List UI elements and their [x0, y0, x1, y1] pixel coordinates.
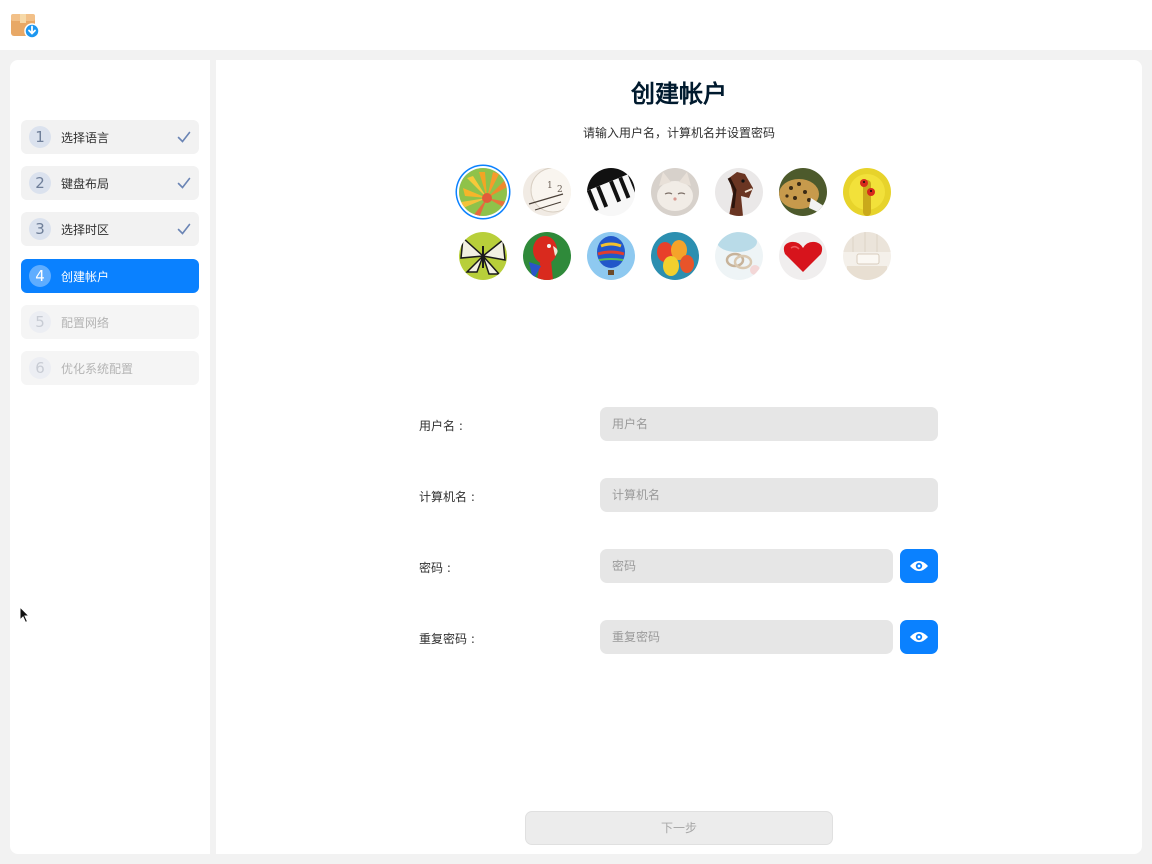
step-number: 5 — [29, 311, 51, 333]
username-label: 用户名 : — [419, 419, 463, 433]
step-label: 选择时区 — [61, 223, 110, 237]
eye-icon — [910, 632, 928, 642]
avatar-leopard[interactable] — [779, 168, 827, 216]
step-number: 2 — [29, 172, 51, 194]
eye-icon — [910, 561, 928, 571]
checkmark-icon — [177, 223, 191, 235]
show-repeat-password-button[interactable] — [900, 620, 938, 654]
step-configure-network: 5 配置网络 — [21, 305, 199, 339]
step-select-language[interactable]: 1 选择语言 — [21, 120, 199, 154]
avatar-heart[interactable] — [779, 232, 827, 280]
hostname-label: 计算机名 : — [419, 490, 475, 504]
avatar-kitten[interactable] — [651, 168, 699, 216]
avatar-rings[interactable] — [715, 232, 763, 280]
step-number: 3 — [29, 218, 51, 240]
next-button[interactable]: 下一步 — [525, 811, 833, 845]
svg-text:1: 1 — [547, 181, 553, 191]
top-bar — [0, 0, 1152, 50]
step-label: 选择语言 — [61, 131, 110, 145]
step-label: 优化系统配置 — [61, 362, 134, 376]
avatar-clock[interactable]: 1 2 — [523, 168, 571, 216]
avatar-horse[interactable] — [715, 168, 763, 216]
checkmark-icon — [177, 177, 191, 189]
username-input[interactable] — [600, 407, 938, 441]
avatar-piano[interactable] — [587, 168, 635, 216]
step-number: 4 — [29, 265, 51, 287]
password-label: 密码 : — [419, 561, 451, 575]
repeat-password-input[interactable] — [600, 620, 893, 654]
checkmark-icon — [177, 131, 191, 143]
step-label: 创建帐户 — [61, 270, 110, 284]
avatar-hot-air-balloon[interactable] — [587, 232, 635, 280]
avatar-room[interactable] — [843, 232, 891, 280]
avatar-ladybug[interactable] — [843, 168, 891, 216]
password-input[interactable] — [600, 549, 893, 583]
svg-text:2: 2 — [557, 185, 563, 195]
page-title: 创建帐户 — [631, 80, 727, 108]
avatar-butterfly[interactable] — [459, 232, 507, 280]
avatar-flower[interactable] — [459, 168, 507, 216]
avatar-parrot[interactable] — [523, 232, 571, 280]
mouse-cursor-icon — [19, 606, 31, 624]
step-label: 配置网络 — [61, 316, 110, 330]
steps-sidebar: 1 选择语言 2 键盘布局 3 选择时区 4 创建帐户 5 配置网络 6 优化系… — [10, 60, 210, 854]
step-keyboard-layout[interactable]: 2 键盘布局 — [21, 166, 199, 200]
step-number: 1 — [29, 126, 51, 148]
avatar-balloons[interactable] — [651, 232, 699, 280]
hostname-input[interactable] — [600, 478, 938, 512]
page-subtitle: 请输入用户名，计算机名并设置密码 — [582, 126, 775, 140]
step-optimize-system: 6 优化系统配置 — [21, 351, 199, 385]
step-number: 6 — [29, 357, 51, 379]
step-create-account[interactable]: 4 创建帐户 — [21, 259, 199, 293]
installer-package-icon — [10, 11, 40, 39]
main-panel: 创建帐户 请输入用户名，计算机名并设置密码 1 2 用户名: 用户名 计算机名… — [216, 60, 1142, 854]
step-label: 键盘布局 — [61, 177, 110, 191]
step-select-timezone[interactable]: 3 选择时区 — [21, 212, 199, 246]
repeat-password-label: 重复密码 : — [419, 632, 475, 646]
show-password-button[interactable] — [900, 549, 938, 583]
